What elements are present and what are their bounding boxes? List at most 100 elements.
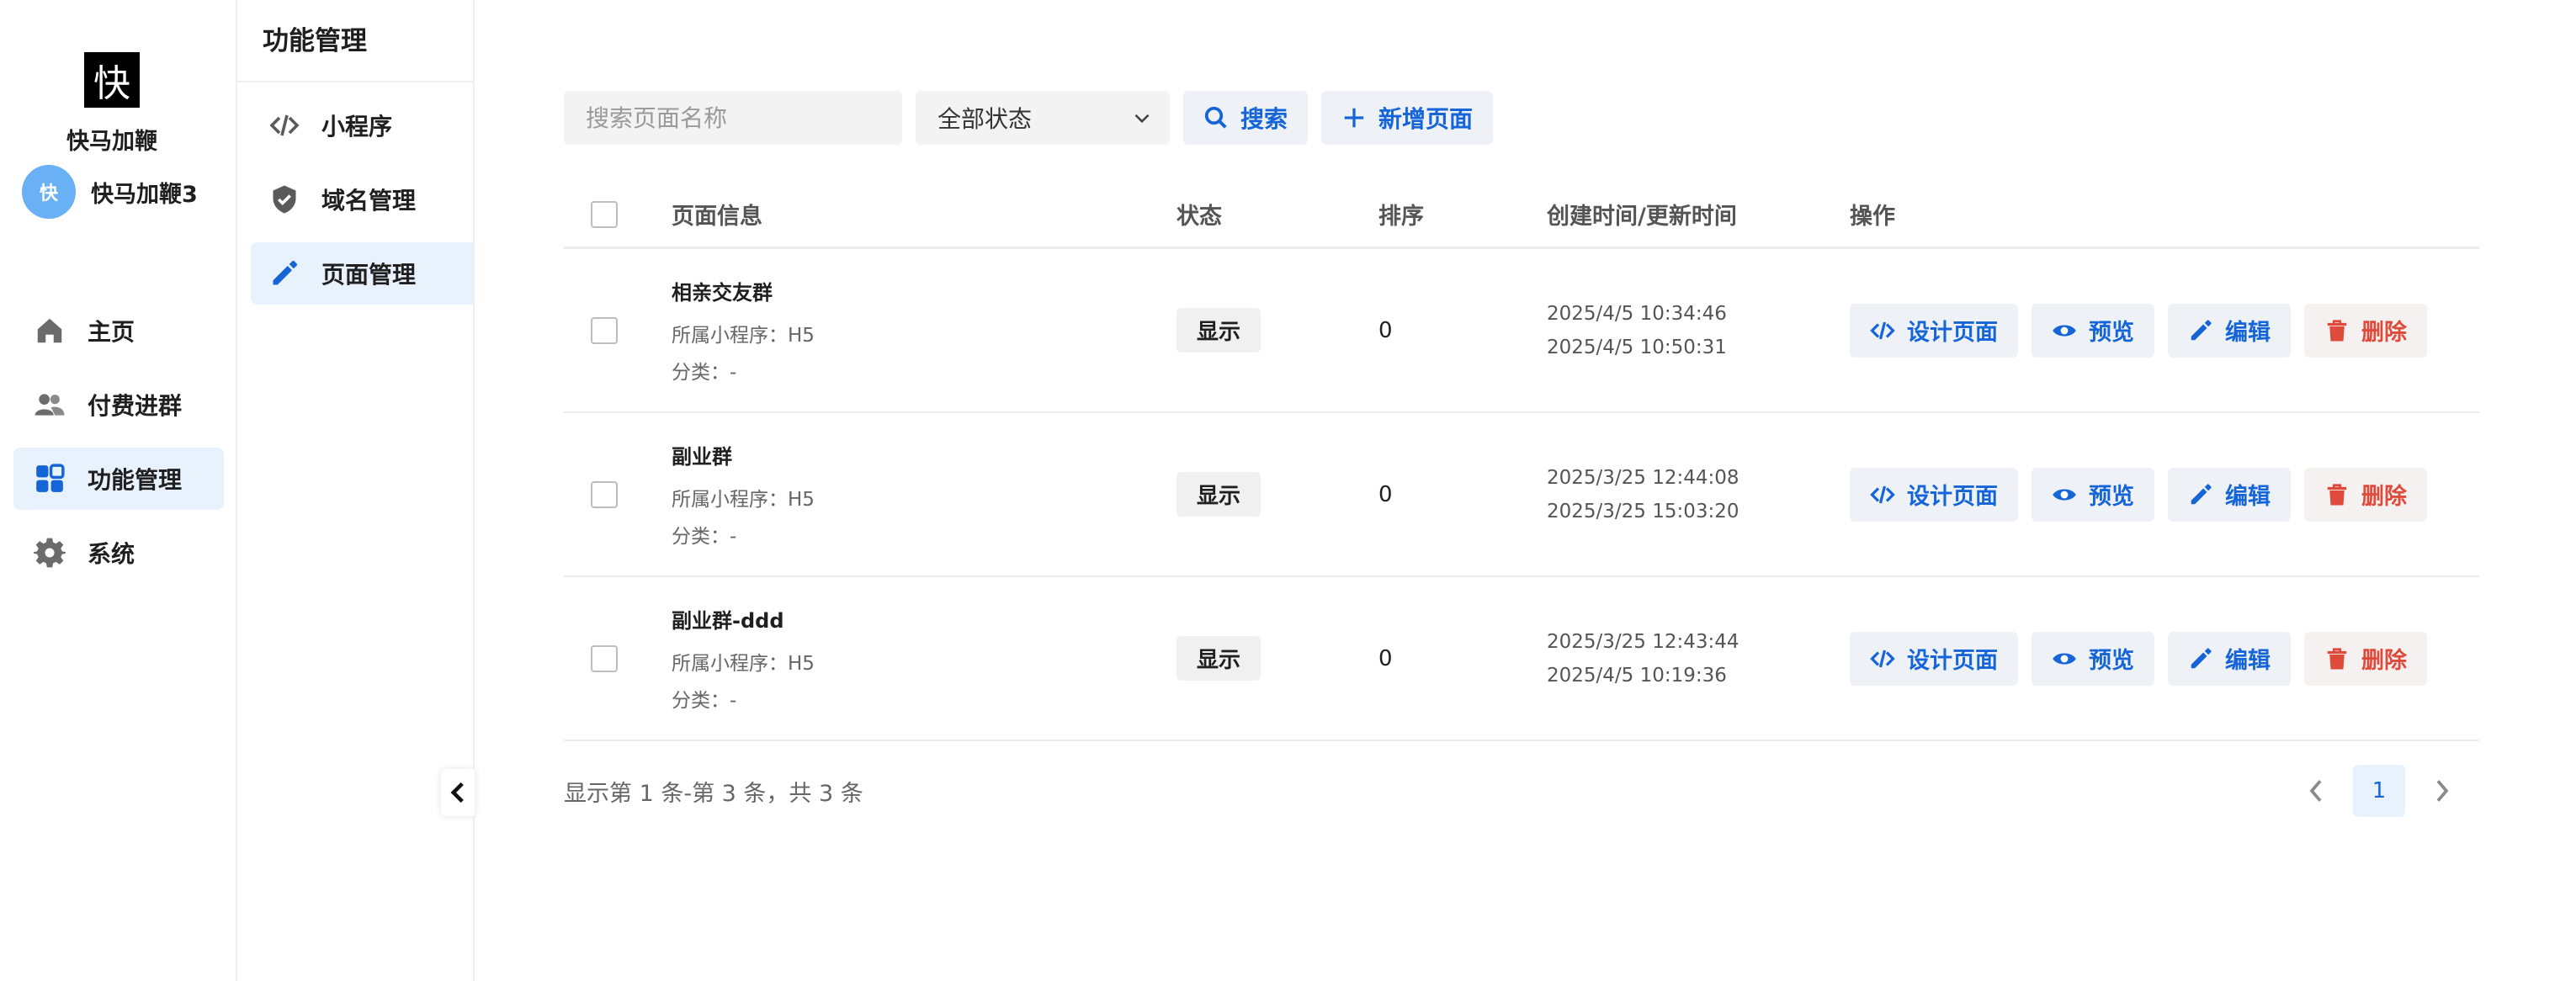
sort-value: 0	[1378, 481, 1393, 507]
nav-item-label: 功能管理	[88, 466, 183, 494]
nav-item-home[interactable]: 主页	[13, 300, 224, 362]
nav-item-label: 系统	[88, 540, 135, 568]
page-name: 副业群-ddd	[672, 609, 784, 633]
user-profile[interactable]: 快 快马加鞭3	[22, 165, 198, 219]
prev-page-button[interactable]	[2299, 774, 2333, 808]
next-page-button[interactable]	[2425, 774, 2459, 808]
sort-value: 0	[1378, 317, 1393, 343]
row-checkbox[interactable]	[591, 644, 618, 672]
home-icon	[37, 318, 62, 343]
table-row: 副业群 所属小程序：H5 分类：- 显示 0 2025/3/25 12:44:0…	[564, 413, 2479, 577]
chevron-down-icon	[1134, 114, 1150, 124]
status-badge: 显示	[1176, 308, 1261, 353]
preview-button[interactable]: 预览	[2032, 303, 2154, 358]
trash-icon	[2327, 319, 2347, 341]
design-page-label: 设计页面	[1907, 648, 1998, 674]
delete-label: 删除	[2361, 484, 2407, 510]
avatar: 快	[22, 165, 76, 219]
app-logo[interactable]: 快	[84, 52, 140, 108]
pages-table: 页面信息 状态 排序 创建时间/更新时间 操作 相亲交友群 所属小程序：H5 分…	[564, 182, 2479, 741]
plus-icon	[1344, 108, 1364, 128]
design-page-button[interactable]: 设计页面	[1850, 467, 2018, 522]
page-category: 分类：-	[672, 690, 737, 712]
delete-button[interactable]: 删除	[2304, 467, 2427, 522]
nav-item-system[interactable]: 系统	[13, 522, 224, 584]
nav-item-feature-mgmt[interactable]: 功能管理	[13, 448, 224, 510]
edit-label: 编辑	[2225, 648, 2271, 674]
app-name: 快马加鞭	[66, 129, 157, 155]
search-input[interactable]	[564, 91, 902, 145]
grid-icon	[36, 464, 65, 492]
delete-button[interactable]: 删除	[2304, 631, 2427, 686]
pencil-icon	[273, 260, 298, 285]
preview-label: 预览	[2089, 484, 2134, 510]
users-icon	[35, 394, 65, 416]
design-page-button[interactable]: 设计页面	[1850, 303, 2018, 358]
page-program: 所属小程序：H5	[672, 489, 815, 511]
delete-button[interactable]: 删除	[2304, 303, 2427, 358]
header-time: 创建时间/更新时间	[1547, 204, 1737, 230]
trash-icon	[2327, 647, 2347, 669]
logo-char: 快	[93, 62, 130, 105]
eye-icon	[2053, 488, 2076, 501]
subnav-title: 功能管理	[237, 0, 473, 82]
nav-item-paid-group[interactable]: 付费进群	[13, 374, 224, 436]
search-button[interactable]: 搜索	[1183, 91, 1309, 145]
updated-time: 2025/4/5 10:50:31	[1547, 336, 1727, 358]
code-icon	[269, 114, 300, 136]
table-header: 页面信息 状态 排序 创建时间/更新时间 操作	[564, 182, 2479, 249]
delete-label: 删除	[2361, 648, 2407, 674]
row-checkbox[interactable]	[591, 316, 618, 344]
edit-label: 编辑	[2225, 484, 2271, 510]
header-ops: 操作	[1850, 204, 1895, 230]
created-time: 2025/3/25 12:44:08	[1547, 466, 1739, 489]
header-info: 页面信息	[672, 204, 762, 230]
pagination-range-text: 显示第 1 条-第 3 条，共 3 条	[564, 780, 863, 807]
edit-button[interactable]: 编辑	[2168, 303, 2291, 358]
table-row: 相亲交友群 所属小程序：H5 分类：- 显示 0 2025/4/5 10:34:…	[564, 249, 2479, 413]
row-checkbox[interactable]	[591, 480, 618, 508]
edit-button[interactable]: 编辑	[2168, 467, 2291, 522]
toolbar: 全部状态 搜索 新增页面	[564, 91, 1494, 145]
collapse-sidebar-button[interactable]	[441, 769, 475, 816]
select-all-checkbox[interactable]	[591, 200, 618, 228]
subnav-item-domain-mgmt[interactable]: 域名管理	[251, 168, 473, 231]
trash-icon	[2327, 483, 2347, 505]
gear-icon	[34, 538, 66, 568]
pencil-icon	[2191, 647, 2212, 668]
nav-item-label: 付费进群	[88, 392, 183, 420]
page-program: 所属小程序：H5	[672, 653, 815, 675]
page-number-button[interactable]: 1	[2353, 765, 2405, 817]
search-button-label: 搜索	[1240, 105, 1288, 133]
status-filter-select[interactable]: 全部状态	[916, 91, 1170, 145]
code-icon	[1870, 650, 1895, 667]
status-badge: 显示	[1176, 636, 1261, 681]
subnav-item-page-mgmt[interactable]: 页面管理	[251, 242, 473, 305]
preview-button[interactable]: 预览	[2032, 631, 2154, 686]
subnav-item-mini-program[interactable]: 小程序	[251, 94, 473, 156]
delete-label: 删除	[2361, 320, 2407, 346]
edit-button[interactable]: 编辑	[2168, 631, 2291, 686]
subnav-list: 小程序 域名管理 页面管理	[237, 82, 473, 305]
page-name: 相亲交友群	[672, 281, 773, 305]
updated-time: 2025/4/5 10:19:36	[1547, 664, 1727, 687]
chevron-left-icon	[450, 782, 464, 803]
add-page-button[interactable]: 新增页面	[1321, 91, 1494, 145]
preview-button[interactable]: 预览	[2032, 467, 2154, 522]
subnav-item-label: 域名管理	[321, 187, 417, 215]
nav-item-label: 主页	[88, 318, 135, 346]
chevron-right-icon	[2436, 780, 2449, 802]
chevron-left-icon	[2309, 780, 2322, 802]
page-category: 分类：-	[672, 362, 737, 384]
secondary-sidebar: 功能管理 小程序 域名管理 页面管理	[237, 0, 475, 981]
preview-label: 预览	[2089, 648, 2134, 674]
add-page-button-label: 新增页面	[1378, 105, 1474, 133]
search-icon	[1204, 106, 1227, 129]
shield-icon	[273, 185, 296, 214]
design-page-button[interactable]: 设计页面	[1850, 631, 2018, 686]
design-page-label: 设计页面	[1907, 484, 1998, 510]
code-icon	[1870, 321, 1895, 339]
table-row: 副业群-ddd 所属小程序：H5 分类：- 显示 0 2025/3/25 12:…	[564, 577, 2479, 741]
sort-value: 0	[1378, 645, 1393, 671]
page-program: 所属小程序：H5	[672, 325, 815, 347]
